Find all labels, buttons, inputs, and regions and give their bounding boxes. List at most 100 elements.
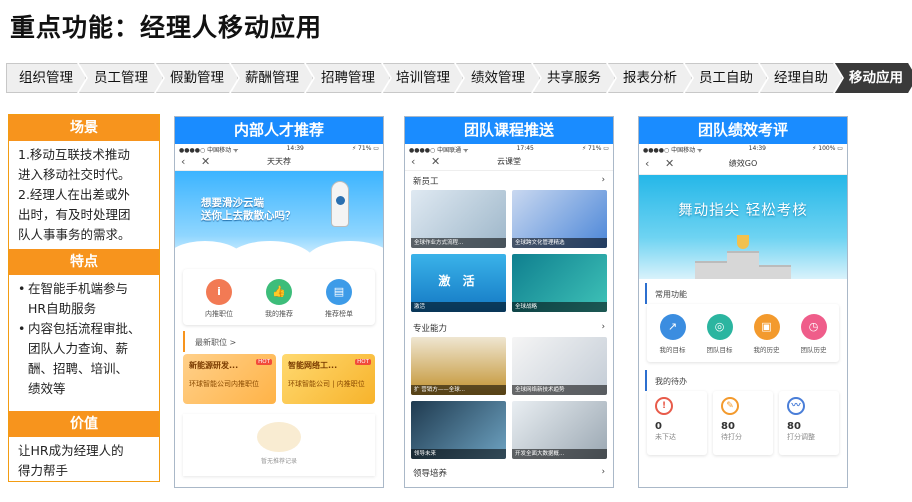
battery-label: ⚡ 100% ▭: [812, 145, 843, 152]
phone-performance: 团队绩效考评 ●●●●○ 中国移动 ᯤ 14:39 ⚡ 100% ▭ ‹ ✕ 绩…: [638, 116, 848, 488]
step-7[interactable]: 绩效管理: [456, 63, 540, 93]
function-2[interactable]: ◎ 团队目标: [698, 314, 742, 354]
module-steps: 组织管理 员工管理 假勤管理 薪酬管理 招聘管理 培训管理 绩效管理 共享服务 报表分析 员工自助…: [6, 63, 908, 93]
battery-label: ⚡ 71% ▭: [351, 145, 379, 152]
value-line: 得力帮手: [18, 463, 69, 478]
category-label: 领导培养: [413, 469, 448, 479]
step-6[interactable]: 培训管理: [383, 63, 463, 93]
step-9[interactable]: 报表分析: [608, 63, 692, 93]
function-icon: ▣: [753, 314, 780, 340]
section-common: 常用功能: [645, 283, 841, 304]
category-new-employee[interactable]: 新员工 ›: [405, 171, 613, 190]
course-title: 全球战略: [512, 302, 607, 312]
todo-card[interactable]: 〰 80 打分调整: [779, 391, 839, 455]
app-title: 天天荐: [267, 157, 291, 166]
step-1[interactable]: 组织管理: [6, 63, 86, 93]
category-label: 新员工: [413, 177, 439, 187]
action-icon: ▤: [326, 279, 352, 305]
banner-text: 舞动指尖 轻松考核: [678, 203, 808, 219]
job-card[interactable]: 智能网络工... 环球智能公司 | 内推职位 HOT: [282, 354, 375, 404]
course-title: 激活: [411, 302, 506, 312]
section-todo: 我的待办: [645, 370, 841, 391]
function-3[interactable]: ▣ 我的历史: [745, 314, 789, 354]
quick-action-1[interactable]: i 内推职位: [194, 279, 244, 319]
job-cards: 新能源研发... 环球智能公司内推职位 HOT 智能网络工... 环球智能公司 | 内推…: [175, 354, 383, 404]
job-card[interactable]: 新能源研发... 环球智能公司内推职位 HOT: [183, 354, 276, 404]
course-tiles-pro: 扩 营销方——全球... 全球网络新技术趋势 领导未来 开发全面大数据概...: [405, 337, 613, 459]
step-3[interactable]: 假勤管理: [156, 63, 238, 93]
close-icon[interactable]: ✕: [431, 153, 440, 171]
app-nav-bar: ‹ ✕ 云课堂: [405, 153, 613, 171]
function-4[interactable]: ◷ 团队历史: [792, 314, 836, 354]
course-tile[interactable]: 开发全面大数据概...: [512, 401, 607, 459]
app-title: 绩效GO: [728, 159, 758, 168]
todo-card[interactable]: ✎ 80 待打分: [713, 391, 773, 455]
quick-action-3[interactable]: ▤ 推荐榜单: [314, 279, 364, 319]
course-tile[interactable]: 全球作业方式流程...: [411, 190, 506, 248]
feature-line: 绩效等: [28, 381, 66, 396]
close-icon[interactable]: ✕: [665, 153, 674, 175]
function-label: 团队历史: [800, 346, 827, 354]
quick-action-2[interactable]: 👍 我的推荐: [254, 279, 304, 319]
banner-line: 送你上去散散心吗？: [201, 210, 296, 222]
scene-line: 队人事事务的需求。: [18, 227, 131, 242]
todo-icon: 〰: [787, 397, 805, 415]
carrier-label: ●●●●○ 中国移动 ᯤ: [179, 147, 239, 154]
course-tile[interactable]: 全球跨文化管理精选: [512, 190, 607, 248]
category-professional[interactable]: 专业能力 ›: [405, 318, 613, 337]
course-tile[interactable]: 激 活激活: [411, 254, 506, 312]
promo-banner[interactable]: 想要滑沙云端 送你上去散散心吗？: [175, 171, 383, 263]
todo-cards: ! 0 未下达 ✎ 80 待打分〰 80 打分调整: [647, 391, 839, 455]
chevron-right-icon: ›: [601, 467, 605, 477]
course-tile[interactable]: 全球网络新技术趋势: [512, 337, 607, 395]
feature-body: 在智能手机端参与 HR自助服务 内容包括流程审批、 团队人力查询、薪 酬、招聘、…: [9, 275, 159, 411]
feature-header: 特点: [9, 249, 159, 275]
promo-banner[interactable]: 舞动指尖 轻松考核: [639, 175, 847, 279]
todo-card[interactable]: ! 0 未下达: [647, 391, 707, 455]
job-subtitle: 环球智能公司 | 内推职位: [288, 380, 365, 388]
empty-referrals: 暂无推荐记录: [183, 414, 375, 476]
status-time: 14:39: [748, 145, 766, 152]
function-label: 我的目标: [659, 346, 686, 354]
step-4[interactable]: 薪酬管理: [231, 63, 313, 93]
function-1[interactable]: ↗ 我的目标: [651, 314, 695, 354]
category-leadership[interactable]: 领导培养 ›: [405, 463, 613, 482]
phone-talent-referral: 内部人才推荐 ●●●●○ 中国移动 ᯤ 14:39 ⚡ 71% ▭ ‹ ✕ 天天…: [174, 116, 384, 488]
function-label: 团队目标: [706, 346, 733, 354]
phone-caption: 团队绩效考评: [639, 117, 847, 144]
status-bar: ●●●●○ 中国移动 ᯤ 14:39 ⚡ 71% ▭: [175, 144, 383, 154]
status-time: 14:39: [286, 145, 304, 152]
course-tile[interactable]: 领导未来: [411, 401, 506, 459]
back-icon[interactable]: ‹: [411, 153, 415, 171]
step-11[interactable]: 经理自助: [760, 63, 842, 93]
todo-label: 打分调整: [787, 433, 815, 441]
empty-label: 暂无推荐记录: [260, 458, 297, 465]
step-5[interactable]: 招聘管理: [306, 63, 390, 93]
cloud-icon: [305, 241, 383, 263]
scene-body: 1.移动互联技术推动 进入移动社交时代。 2.经理人在出差或外 出时，有及时处理…: [9, 141, 159, 249]
tile-overlay-text: 激 活: [438, 274, 479, 288]
step-10[interactable]: 员工自助: [685, 63, 767, 93]
step-2[interactable]: 员工管理: [79, 63, 163, 93]
banner-text: 想要滑沙云端 送你上去散散心吗？: [201, 197, 296, 223]
step-8[interactable]: 共享服务: [533, 63, 615, 93]
phone-course-push: 团队课程推送 ●●●●○ 中国联通 ᯤ 17:45 ⚡ 71% ▭ ‹ ✕ 云课…: [404, 116, 614, 488]
back-icon[interactable]: ‹: [645, 153, 649, 175]
todo-count: 80: [721, 421, 735, 432]
feature-line: 在智能手机端参与: [28, 281, 129, 296]
value-line: 让HR成为经理人的: [18, 443, 124, 458]
action-icon: 👍: [266, 279, 292, 305]
phone-caption: 内部人才推荐: [175, 117, 383, 144]
rocket-icon: [331, 181, 349, 227]
course-tile[interactable]: 扩 营销方——全球...: [411, 337, 506, 395]
close-icon[interactable]: ✕: [201, 153, 210, 171]
job-subtitle: 环球智能公司内推职位: [189, 380, 259, 388]
chevron-right-icon: ›: [601, 175, 605, 185]
section-latest-jobs[interactable]: 最新职位 >: [183, 331, 375, 352]
function-icon: ↗: [659, 314, 686, 340]
common-functions: ↗ 我的目标 ◎ 团队目标 ▣ 我的历史 ◷ 团队历史: [647, 304, 839, 362]
step-12[interactable]: 移动应用: [835, 63, 912, 93]
course-tile[interactable]: 全球战略: [512, 254, 607, 312]
back-icon[interactable]: ‹: [181, 153, 185, 171]
status-bar: ●●●●○ 中国移动 ᯤ 14:39 ⚡ 100% ▭: [639, 144, 847, 154]
